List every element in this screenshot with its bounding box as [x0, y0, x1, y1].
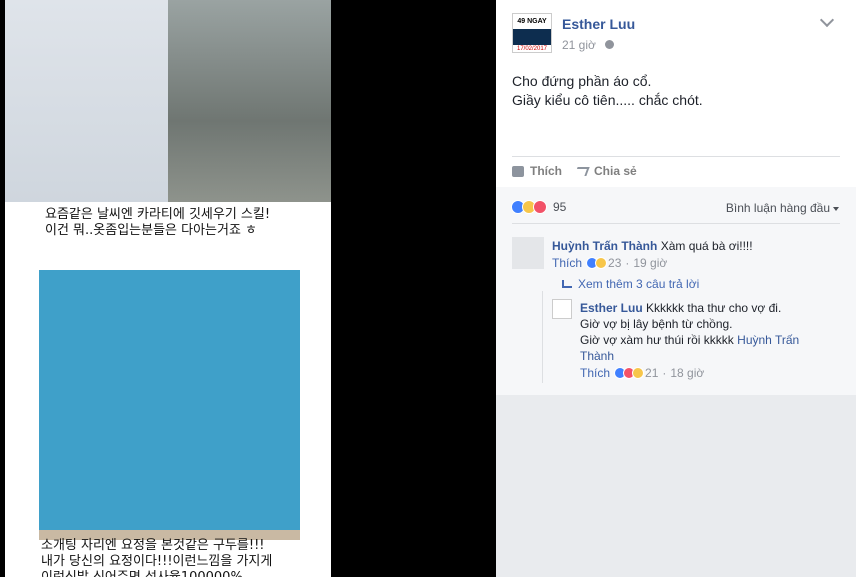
comment-like-link[interactable]: Thích: [552, 256, 582, 270]
photo-pointed-shoes: [39, 270, 300, 532]
view-more-replies-link[interactable]: Xem thêm 3 câu trả lời: [562, 276, 699, 292]
love-reaction-icon: [533, 200, 547, 214]
mention-link-cont[interactable]: Thành: [580, 348, 840, 364]
meta-separator: ·: [625, 256, 630, 270]
reply-body: Esther Luu Kkkkkk tha thư cho vợ đi. Giờ…: [580, 300, 840, 364]
mention-link[interactable]: Huỳnh Trấn: [737, 333, 799, 347]
reply-text-line-2: Giờ vợ bị lây bệnh từ chồng.: [580, 317, 733, 331]
photo-caption-1: 요즘같은 날씨엔 카라티에 깃세우기 스킬! 이건 뭐..옷좀입는분들은 다아는…: [45, 207, 271, 238]
divider: [512, 223, 840, 224]
photo-caption-2: 소개팅 자리엔 요정을 본것같은 구두를!!! 내가 당신의 요정이다!!!이런…: [41, 538, 273, 577]
like-label: Thích: [530, 164, 562, 178]
reply-arrow-icon: [562, 280, 572, 288]
author-avatar[interactable]: 49 NGAY 17/02/2017: [512, 13, 552, 53]
avatar-image: [513, 29, 551, 45]
reply-text-line-1: Kkkkkk tha thư cho vợ đi.: [646, 301, 782, 315]
haha-reaction-icon: [595, 257, 608, 269]
caret-down-icon: [833, 206, 839, 211]
thumbs-up-icon: [512, 165, 524, 177]
reply-text-line-3: Giờ vợ xàm hư thúi rồi kkkkk: [580, 333, 734, 347]
commenter-avatar[interactable]: [512, 237, 544, 269]
avatar-top-text: 49 NGAY: [513, 14, 551, 29]
author-name-link[interactable]: Esther Luu: [562, 16, 635, 32]
divider: [512, 156, 840, 157]
share-arrow-icon: [574, 166, 590, 176]
photo-viewer[interactable]: 요즘같은 날씨엔 카라티에 깃세우기 스킬! 이건 뭐..옷좀입는분들은 다아는…: [0, 0, 496, 577]
photo-collage: 요즘같은 날씨엔 카라티에 깃세우기 스킬! 이건 뭐..옷좀입는분들은 다아는…: [5, 0, 331, 577]
view-more-replies-label: Xem thêm 3 câu trả lời: [578, 277, 700, 291]
replier-name[interactable]: Esther Luu: [580, 301, 643, 315]
haha-reaction-icon: [632, 367, 645, 379]
post-timestamp[interactable]: 21 giờ: [562, 38, 596, 52]
post-text-line-2: Giầy kiểu cô tiên..... chắc chót.: [512, 92, 703, 108]
comment-reactions[interactable]: [586, 257, 608, 269]
comment-sort-dropdown[interactable]: Bình luận hàng đầu: [726, 201, 839, 215]
photo-collar-shirt: [5, 0, 168, 202]
chevron-down-icon[interactable]: [819, 12, 835, 28]
globe-icon: [605, 40, 614, 49]
reply-reaction-count: 21: [645, 366, 659, 380]
post-text-line-1: Cho đứng phần áo cổ.: [512, 73, 652, 89]
post-text: Cho đứng phần áo cổ. Giầy kiểu cô tiên..…: [512, 72, 703, 110]
share-label: Chia sẻ: [594, 164, 637, 178]
reactions-summary[interactable]: 95: [511, 199, 566, 215]
like-button[interactable]: Thích: [512, 164, 562, 178]
reply-thread-line: [542, 291, 543, 383]
replier-avatar[interactable]: [552, 299, 572, 319]
sort-label: Bình luận hàng đầu: [725, 201, 830, 215]
avatar-date-text: 17/02/2017: [513, 45, 551, 52]
reply-like-link[interactable]: Thích: [580, 366, 610, 380]
comment-meta: Thích 23 · 19 giờ: [552, 256, 667, 270]
reply-meta: Thích 21 · 18 giờ: [580, 366, 704, 380]
share-button[interactable]: Chia sẻ: [574, 164, 637, 178]
commenter-name[interactable]: Huỳnh Trấn Thành: [552, 239, 657, 253]
photo-man-walking: [168, 0, 331, 202]
comment-text: Xàm quá bà ơi!!!!: [660, 239, 753, 253]
comment-body: Huỳnh Trấn Thành Xàm quá bà ơi!!!!: [552, 238, 842, 254]
reply-reactions[interactable]: [614, 367, 645, 379]
meta-separator: ·: [662, 366, 667, 380]
comments-section: 95 Bình luận hàng đầu Huỳnh Trấn Thành X…: [496, 187, 856, 395]
post-panel: 49 NGAY 17/02/2017 Esther Luu 21 giờ Cho…: [496, 0, 856, 395]
reaction-count: 95: [553, 200, 567, 214]
reply-time[interactable]: 18 giờ: [670, 366, 704, 380]
comment-time[interactable]: 19 giờ: [633, 256, 667, 270]
comment-reaction-count: 23: [608, 256, 622, 270]
